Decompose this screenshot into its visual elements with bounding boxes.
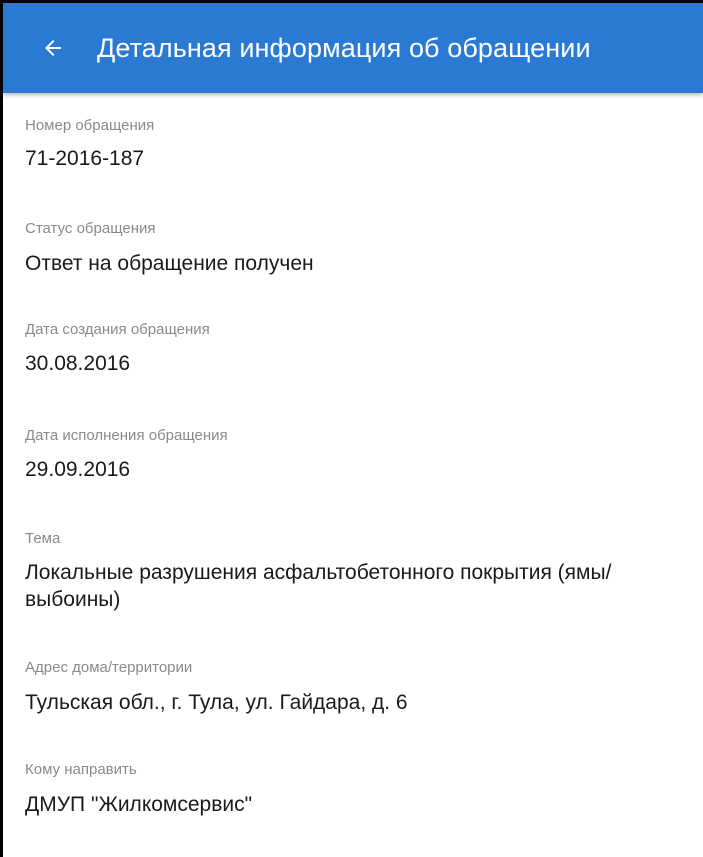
- field-status: Статус обращения Ответ на обращение полу…: [25, 220, 685, 277]
- page-title: Детальная информация об обращении: [97, 32, 591, 63]
- field-address: Адрес дома/территории Тульская обл., г. …: [25, 659, 685, 716]
- field-topic-value: Локальные разрушения асфальтобетонного п…: [25, 561, 612, 611]
- field-address-value: Тульская обл., г. Тула, ул. Гайдара, д. …: [25, 691, 408, 714]
- field-number: Номер обращения 71-2016-187: [25, 117, 685, 172]
- field-due-value: 29.09.2016: [25, 458, 131, 481]
- arrow-left-icon: [41, 36, 65, 60]
- field-recipient-value: ДМУП "Жилкомсервис": [25, 793, 253, 816]
- screen: Детальная информация об обращении Номер …: [0, 0, 703, 857]
- field-number-value: 71-2016-187: [25, 147, 145, 170]
- field-created: Дата создания обращения 30.08.2016: [25, 321, 685, 377]
- field-recipient: Кому направить ДМУП "Жилкомсервис": [25, 761, 685, 818]
- field-topic-label: Тема: [25, 530, 61, 547]
- field-topic: Тема Локальные разрушения асфальтобетонн…: [25, 530, 685, 613]
- field-created-label: Дата создания обращения: [25, 321, 210, 338]
- field-status-value: Ответ на обращение получен: [25, 252, 314, 275]
- field-due: Дата исполнения обращения 29.09.2016: [25, 427, 685, 483]
- field-recipient-label: Кому направить: [25, 761, 137, 778]
- field-status-label: Статус обращения: [25, 220, 156, 237]
- back-button[interactable]: [25, 20, 81, 76]
- field-created-value: 30.08.2016: [25, 352, 131, 375]
- field-due-label: Дата исполнения обращения: [25, 427, 228, 444]
- field-address-label: Адрес дома/территории: [25, 659, 193, 676]
- app-bar: Детальная информация об обращении: [3, 3, 703, 93]
- field-number-label: Номер обращения: [25, 117, 155, 134]
